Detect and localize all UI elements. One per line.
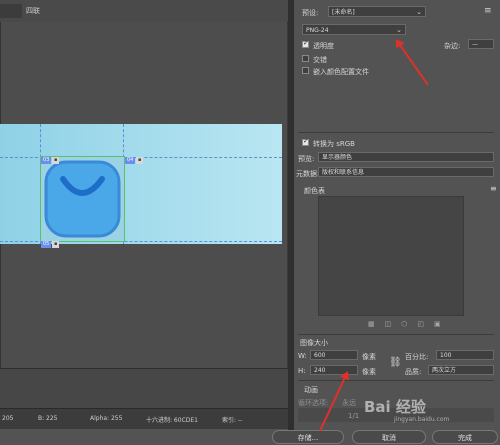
format-value: PNG-24 <box>306 27 329 34</box>
slice-label: 03 <box>41 157 52 164</box>
convert-srgb-label: 转换为 sRGB <box>313 140 355 148</box>
link-icon[interactable]: ⛓ <box>389 357 402 368</box>
status-index: 索引: -- <box>222 417 243 424</box>
panel-menu-icon[interactable]: ≡ <box>490 184 497 193</box>
frame-counter: 1/1 <box>348 412 360 420</box>
color-table-tools[interactable]: ▦◫⬡◰▣ <box>368 320 468 330</box>
status-hex: 十六进制: 60CDE1 <box>146 417 198 424</box>
panel-menu-icon[interactable]: ≡ <box>484 6 492 16</box>
loop-options-label: 循环选项: <box>298 399 329 407</box>
interlaced-checkbox[interactable] <box>302 55 309 62</box>
slice-label: 04 <box>125 157 136 164</box>
preview-label: 预览: <box>298 155 315 163</box>
preview-select[interactable]: 显示器颜色 <box>318 152 494 162</box>
watermark-url: jingyan.baidu.com <box>394 416 450 423</box>
matte-select[interactable]: — <box>468 39 494 49</box>
tab-prev[interactable] <box>0 4 22 18</box>
divider <box>298 380 494 381</box>
status-g: 205 <box>2 415 14 422</box>
export-settings-panel: 预设: [未命名] ⌄ ≡ PNG-24 ⌄ 透明度 杂边: — 交错 嵌入颜色… <box>294 0 500 444</box>
selected-slice[interactable] <box>40 156 125 242</box>
transparency-checkbox[interactable] <box>302 39 309 48</box>
interlaced-label: 交错 <box>313 56 327 64</box>
matte-label: 杂边: <box>444 42 461 50</box>
percent-label: 百分比: <box>405 353 429 361</box>
preview-info-bar <box>0 368 288 409</box>
divider <box>298 132 494 133</box>
preset-label: 预设: <box>302 9 319 17</box>
metadata-label: 元数据: <box>296 170 320 178</box>
status-b: B: 225 <box>38 415 58 422</box>
quality-select[interactable]: 两次立方 <box>428 365 494 375</box>
view-tab-bar: 四联 <box>0 0 288 23</box>
transparency-label: 透明度 <box>313 42 334 50</box>
convert-srgb-checkbox[interactable] <box>302 137 309 146</box>
chevron-down-icon: ⌄ <box>416 8 422 16</box>
animation-label: 动画 <box>304 386 318 394</box>
loop-options-value[interactable]: 永远 <box>342 398 356 408</box>
width-unit: 像素 <box>362 353 376 361</box>
watermark-logo: Bai 经验 <box>364 398 426 416</box>
save-button[interactable]: 存储... <box>272 430 344 444</box>
slice-icon: ▪ <box>52 241 60 248</box>
chevron-down-icon: ⌄ <box>396 26 402 34</box>
image-size-label: 图像大小 <box>300 339 328 347</box>
color-table-label: 颜色表 <box>304 187 325 195</box>
percent-field[interactable]: 100 <box>436 350 494 360</box>
preset-select[interactable]: [未命名] ⌄ <box>328 6 426 17</box>
slice-label: 05 <box>41 241 52 248</box>
height-unit: 像素 <box>362 368 376 376</box>
preset-value: [未命名] <box>332 9 355 16</box>
width-label: W: <box>298 352 307 360</box>
height-label: H: <box>298 367 306 375</box>
color-status-bar: 205 B: 225 Alpha: 255 十六进制: 60CDE1 索引: -… <box>0 408 288 429</box>
done-button[interactable]: 完成 <box>432 430 498 444</box>
color-table[interactable] <box>318 196 464 316</box>
quality-label: 品质: <box>405 368 422 376</box>
status-alpha: Alpha: 255 <box>90 415 123 422</box>
width-field[interactable]: 600 <box>310 350 358 360</box>
divider <box>298 334 494 335</box>
slice-icon: ▪ <box>52 157 60 164</box>
shopping-bag-icon <box>44 160 121 238</box>
embed-profile-label: 嵌入颜色配置文件 <box>313 68 369 76</box>
slice-icon: ▪ <box>136 157 144 164</box>
format-select[interactable]: PNG-24 ⌄ <box>302 24 406 35</box>
preview-pane: 四联 03 ▪ 04 ▪ 05 ▪ 205 B: 225 Alpha: 255 … <box>0 0 288 429</box>
embed-profile-checkbox[interactable] <box>302 67 309 74</box>
cancel-button[interactable]: 取消 <box>352 430 426 444</box>
metadata-select[interactable]: 版权和联系信息 <box>318 167 494 177</box>
tab-four-up[interactable]: 四联 <box>20 4 46 18</box>
